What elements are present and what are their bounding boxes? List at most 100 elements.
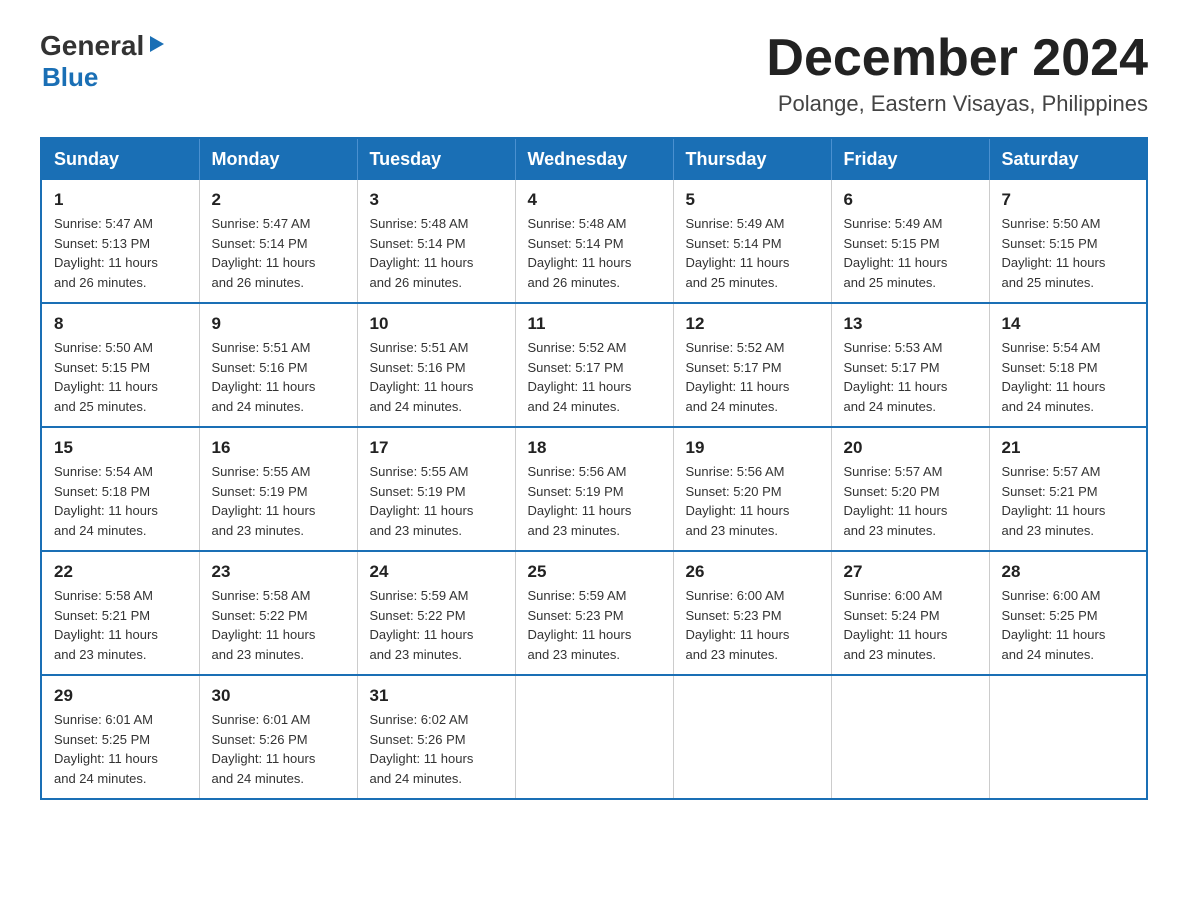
day-number: 26 <box>686 562 819 582</box>
day-number: 8 <box>54 314 187 334</box>
calendar-table: SundayMondayTuesdayWednesdayThursdayFrid… <box>40 137 1148 800</box>
day-info: Sunrise: 5:54 AM Sunset: 5:18 PM Dayligh… <box>54 462 187 540</box>
day-info: Sunrise: 5:49 AM Sunset: 5:15 PM Dayligh… <box>844 214 977 292</box>
calendar-day-cell: 15 Sunrise: 5:54 AM Sunset: 5:18 PM Dayl… <box>41 427 199 551</box>
calendar-day-cell: 26 Sunrise: 6:00 AM Sunset: 5:23 PM Dayl… <box>673 551 831 675</box>
day-number: 23 <box>212 562 345 582</box>
calendar-header-tuesday: Tuesday <box>357 138 515 180</box>
day-info: Sunrise: 5:56 AM Sunset: 5:19 PM Dayligh… <box>528 462 661 540</box>
calendar-day-cell: 11 Sunrise: 5:52 AM Sunset: 5:17 PM Dayl… <box>515 303 673 427</box>
calendar-header-saturday: Saturday <box>989 138 1147 180</box>
calendar-day-cell: 12 Sunrise: 5:52 AM Sunset: 5:17 PM Dayl… <box>673 303 831 427</box>
title-section: December 2024 Polange, Eastern Visayas, … <box>766 30 1148 117</box>
day-info: Sunrise: 5:57 AM Sunset: 5:20 PM Dayligh… <box>844 462 977 540</box>
day-info: Sunrise: 5:50 AM Sunset: 5:15 PM Dayligh… <box>54 338 187 416</box>
logo-arrow-icon <box>146 33 168 55</box>
calendar-week-row: 8 Sunrise: 5:50 AM Sunset: 5:15 PM Dayli… <box>41 303 1147 427</box>
calendar-header-monday: Monday <box>199 138 357 180</box>
day-info: Sunrise: 6:01 AM Sunset: 5:25 PM Dayligh… <box>54 710 187 788</box>
calendar-header-row: SundayMondayTuesdayWednesdayThursdayFrid… <box>41 138 1147 180</box>
calendar-day-cell: 7 Sunrise: 5:50 AM Sunset: 5:15 PM Dayli… <box>989 180 1147 303</box>
day-info: Sunrise: 5:59 AM Sunset: 5:22 PM Dayligh… <box>370 586 503 664</box>
day-number: 6 <box>844 190 977 210</box>
calendar-day-cell: 25 Sunrise: 5:59 AM Sunset: 5:23 PM Dayl… <box>515 551 673 675</box>
calendar-day-cell: 8 Sunrise: 5:50 AM Sunset: 5:15 PM Dayli… <box>41 303 199 427</box>
day-info: Sunrise: 5:52 AM Sunset: 5:17 PM Dayligh… <box>528 338 661 416</box>
day-info: Sunrise: 5:59 AM Sunset: 5:23 PM Dayligh… <box>528 586 661 664</box>
calendar-day-cell <box>673 675 831 799</box>
day-number: 17 <box>370 438 503 458</box>
calendar-week-row: 22 Sunrise: 5:58 AM Sunset: 5:21 PM Dayl… <box>41 551 1147 675</box>
calendar-header-friday: Friday <box>831 138 989 180</box>
day-info: Sunrise: 5:58 AM Sunset: 5:22 PM Dayligh… <box>212 586 345 664</box>
day-number: 20 <box>844 438 977 458</box>
calendar-header-thursday: Thursday <box>673 138 831 180</box>
day-number: 15 <box>54 438 187 458</box>
calendar-day-cell: 2 Sunrise: 5:47 AM Sunset: 5:14 PM Dayli… <box>199 180 357 303</box>
calendar-day-cell: 17 Sunrise: 5:55 AM Sunset: 5:19 PM Dayl… <box>357 427 515 551</box>
logo: General Blue <box>40 30 168 93</box>
day-info: Sunrise: 5:47 AM Sunset: 5:13 PM Dayligh… <box>54 214 187 292</box>
calendar-day-cell: 18 Sunrise: 5:56 AM Sunset: 5:19 PM Dayl… <box>515 427 673 551</box>
day-info: Sunrise: 5:51 AM Sunset: 5:16 PM Dayligh… <box>370 338 503 416</box>
day-number: 18 <box>528 438 661 458</box>
day-number: 16 <box>212 438 345 458</box>
day-number: 12 <box>686 314 819 334</box>
location-title: Polange, Eastern Visayas, Philippines <box>766 91 1148 117</box>
day-number: 30 <box>212 686 345 706</box>
calendar-day-cell: 27 Sunrise: 6:00 AM Sunset: 5:24 PM Dayl… <box>831 551 989 675</box>
calendar-day-cell: 14 Sunrise: 5:54 AM Sunset: 5:18 PM Dayl… <box>989 303 1147 427</box>
calendar-day-cell <box>831 675 989 799</box>
calendar-day-cell: 6 Sunrise: 5:49 AM Sunset: 5:15 PM Dayli… <box>831 180 989 303</box>
calendar-day-cell: 19 Sunrise: 5:56 AM Sunset: 5:20 PM Dayl… <box>673 427 831 551</box>
day-info: Sunrise: 6:01 AM Sunset: 5:26 PM Dayligh… <box>212 710 345 788</box>
calendar-day-cell: 28 Sunrise: 6:00 AM Sunset: 5:25 PM Dayl… <box>989 551 1147 675</box>
day-number: 25 <box>528 562 661 582</box>
calendar-day-cell: 21 Sunrise: 5:57 AM Sunset: 5:21 PM Dayl… <box>989 427 1147 551</box>
calendar-day-cell: 22 Sunrise: 5:58 AM Sunset: 5:21 PM Dayl… <box>41 551 199 675</box>
day-number: 7 <box>1002 190 1135 210</box>
calendar-week-row: 29 Sunrise: 6:01 AM Sunset: 5:25 PM Dayl… <box>41 675 1147 799</box>
calendar-day-cell: 24 Sunrise: 5:59 AM Sunset: 5:22 PM Dayl… <box>357 551 515 675</box>
day-info: Sunrise: 6:02 AM Sunset: 5:26 PM Dayligh… <box>370 710 503 788</box>
logo-blue-text: Blue <box>42 62 98 92</box>
day-number: 10 <box>370 314 503 334</box>
day-info: Sunrise: 5:57 AM Sunset: 5:21 PM Dayligh… <box>1002 462 1135 540</box>
day-number: 4 <box>528 190 661 210</box>
day-info: Sunrise: 5:52 AM Sunset: 5:17 PM Dayligh… <box>686 338 819 416</box>
day-info: Sunrise: 5:56 AM Sunset: 5:20 PM Dayligh… <box>686 462 819 540</box>
day-info: Sunrise: 6:00 AM Sunset: 5:24 PM Dayligh… <box>844 586 977 664</box>
day-info: Sunrise: 5:49 AM Sunset: 5:14 PM Dayligh… <box>686 214 819 292</box>
day-number: 5 <box>686 190 819 210</box>
day-number: 2 <box>212 190 345 210</box>
day-info: Sunrise: 6:00 AM Sunset: 5:25 PM Dayligh… <box>1002 586 1135 664</box>
calendar-week-row: 15 Sunrise: 5:54 AM Sunset: 5:18 PM Dayl… <box>41 427 1147 551</box>
day-info: Sunrise: 5:48 AM Sunset: 5:14 PM Dayligh… <box>370 214 503 292</box>
day-info: Sunrise: 5:58 AM Sunset: 5:21 PM Dayligh… <box>54 586 187 664</box>
day-info: Sunrise: 5:51 AM Sunset: 5:16 PM Dayligh… <box>212 338 345 416</box>
day-number: 11 <box>528 314 661 334</box>
day-info: Sunrise: 5:47 AM Sunset: 5:14 PM Dayligh… <box>212 214 345 292</box>
calendar-day-cell: 31 Sunrise: 6:02 AM Sunset: 5:26 PM Dayl… <box>357 675 515 799</box>
calendar-week-row: 1 Sunrise: 5:47 AM Sunset: 5:13 PM Dayli… <box>41 180 1147 303</box>
calendar-day-cell <box>515 675 673 799</box>
calendar-day-cell: 3 Sunrise: 5:48 AM Sunset: 5:14 PM Dayli… <box>357 180 515 303</box>
day-info: Sunrise: 5:54 AM Sunset: 5:18 PM Dayligh… <box>1002 338 1135 416</box>
calendar-day-cell: 29 Sunrise: 6:01 AM Sunset: 5:25 PM Dayl… <box>41 675 199 799</box>
calendar-day-cell: 4 Sunrise: 5:48 AM Sunset: 5:14 PM Dayli… <box>515 180 673 303</box>
day-info: Sunrise: 6:00 AM Sunset: 5:23 PM Dayligh… <box>686 586 819 664</box>
calendar-day-cell <box>989 675 1147 799</box>
day-number: 3 <box>370 190 503 210</box>
day-number: 29 <box>54 686 187 706</box>
calendar-day-cell: 20 Sunrise: 5:57 AM Sunset: 5:20 PM Dayl… <box>831 427 989 551</box>
calendar-header-wednesday: Wednesday <box>515 138 673 180</box>
day-number: 14 <box>1002 314 1135 334</box>
day-number: 19 <box>686 438 819 458</box>
day-number: 27 <box>844 562 977 582</box>
day-number: 24 <box>370 562 503 582</box>
calendar-day-cell: 23 Sunrise: 5:58 AM Sunset: 5:22 PM Dayl… <box>199 551 357 675</box>
calendar-day-cell: 1 Sunrise: 5:47 AM Sunset: 5:13 PM Dayli… <box>41 180 199 303</box>
logo-general-text: General <box>40 30 144 62</box>
calendar-day-cell: 9 Sunrise: 5:51 AM Sunset: 5:16 PM Dayli… <box>199 303 357 427</box>
calendar-header-sunday: Sunday <box>41 138 199 180</box>
